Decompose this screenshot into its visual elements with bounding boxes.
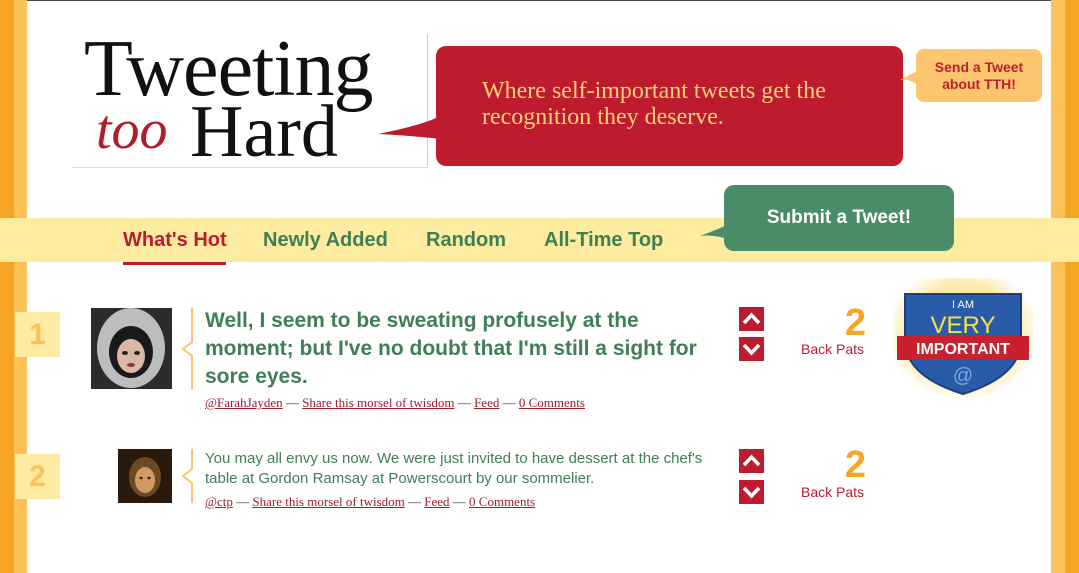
tweet-bracket [181,449,193,503]
tweet-meta: @FarahJayden — Share this morsel of twis… [205,395,585,410]
i-am-very-important-badge: I AM VERY IMPORTANT @ [893,278,1033,400]
downvote-arrow-icon [742,486,761,499]
share-link[interactable]: Share this morsel of twisdom [252,494,404,509]
tweet-user-link[interactable]: @FarahJayden [205,395,283,410]
logo-word-hard: Hard [190,91,338,173]
back-pats-count: 2 [844,302,866,344]
tweet-meta: @ctp — Share this morsel of twisdom — Fe… [205,494,536,509]
badge-line3: IMPORTANT [916,341,1010,358]
avatar-ctp-image [118,449,172,503]
downvote-button[interactable] [739,337,764,361]
avatar[interactable] [91,308,172,389]
submit-tweet-label: Submit a Tweet! [766,207,912,228]
upvote-button[interactable] [739,307,764,331]
tweet-user-link[interactable]: @ctp [205,494,233,509]
back-pats-label: Back Pats [801,341,865,357]
upvote-arrow-icon [742,312,761,325]
comments-link[interactable]: 0 Comments [519,395,585,410]
send-tweet-label: Send a Tweet about TTH! [934,59,1024,92]
feed-link[interactable]: Feed [474,395,499,410]
avatar[interactable] [118,449,172,503]
tweet-bracket [181,308,193,390]
tab-newly-added[interactable]: Newly Added [263,229,388,252]
back-pats-label: Back Pats [801,484,865,500]
right-border-outer [1065,0,1079,573]
rank-badge: 1 [15,312,60,357]
site-logo[interactable]: Tweeting too Hard [72,25,428,173]
tweet-text: Well, I seem to be sweating profusely at… [205,309,697,388]
tweet-text: You may all envy us now. We were just in… [205,450,703,487]
back-pats-count: 2 [844,444,866,486]
badge-line1: I AM [952,299,974,311]
feed-link[interactable]: Feed [424,494,449,509]
submit-tweet-button[interactable]: Submit a Tweet! [724,185,954,251]
downvote-arrow-icon [742,343,761,356]
left-border-outer [0,0,14,573]
tab-whats-hot[interactable]: What's Hot [123,229,227,252]
downvote-button[interactable] [739,480,764,504]
rank-badge: 2 [15,454,60,499]
tab-random[interactable]: Random [426,229,506,252]
tab-all-time-top[interactable]: All-Time Top [544,229,663,252]
badge-at-symbol: @ [953,365,973,387]
badge-line2: VERY [931,312,996,339]
upvote-arrow-icon [742,454,761,467]
share-link[interactable]: Share this morsel of twisdom [302,395,454,410]
tagline-bubble: Where self-important tweets get the reco… [436,46,903,166]
right-border-inner [1051,0,1065,573]
logo-word-too: too [96,99,168,161]
active-tab-underline [123,262,226,265]
upvote-button[interactable] [739,449,764,473]
send-tweet-about-tth-button[interactable]: Send a Tweet about TTH! [916,49,1042,102]
avatar-farahjayden-image [91,308,172,389]
tagline-text: Where self-important tweets get the reco… [482,78,826,130]
top-border [0,0,1079,1]
comments-link[interactable]: 0 Comments [469,494,535,509]
